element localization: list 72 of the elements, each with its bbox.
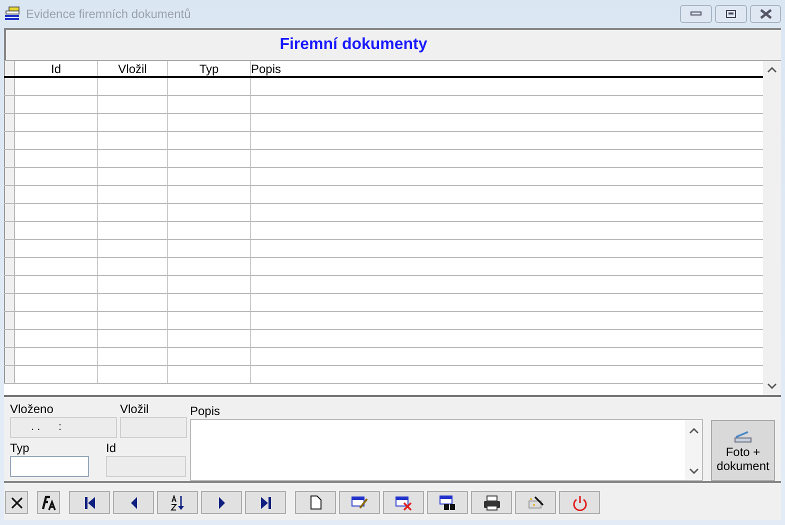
- field-label: Typ: [10, 441, 30, 456]
- previous-record-button[interactable]: [113, 491, 154, 514]
- maximize-button[interactable]: [715, 5, 747, 23]
- row-selector[interactable]: [4, 312, 15, 329]
- last-record-button[interactable]: [245, 491, 286, 514]
- power-icon: [572, 494, 588, 510]
- row-selector[interactable]: [4, 258, 15, 275]
- row-selector[interactable]: [4, 330, 15, 347]
- field-label: Popis: [190, 404, 222, 419]
- table-cross-icon: [394, 494, 412, 510]
- date-field[interactable]: . . :: [10, 417, 117, 438]
- print-setup-button[interactable]: [515, 491, 556, 514]
- input-field[interactable]: [106, 456, 186, 477]
- scroll-up-icon[interactable]: [767, 67, 777, 73]
- photo-document-button[interactable]: Foto + dokument: [711, 420, 775, 481]
- triangle-left-icon: [130, 496, 138, 510]
- close-button[interactable]: [750, 5, 781, 23]
- row-selector[interactable]: [4, 186, 15, 203]
- input-field[interactable]: [120, 417, 187, 438]
- next-record-button[interactable]: [201, 491, 242, 514]
- window-title: Evidence firemních dokumentů: [26, 7, 192, 21]
- row-selector[interactable]: [4, 150, 15, 167]
- row-selector[interactable]: [4, 366, 15, 383]
- row-selector[interactable]: [4, 240, 15, 257]
- column-header[interactable]: Id: [50, 62, 61, 76]
- row-selector[interactable]: [4, 168, 15, 185]
- vertical-scrollbar[interactable]: [763, 61, 781, 395]
- row-selector[interactable]: [4, 276, 15, 293]
- header-title: Firemní dokumenty: [280, 36, 428, 54]
- skip-start-icon: [84, 496, 96, 510]
- table-pencil-icon: [350, 494, 368, 510]
- triangle-right-icon: [218, 496, 226, 510]
- find-record-button[interactable]: [427, 491, 468, 514]
- scroll-down-icon[interactable]: [767, 383, 777, 389]
- skip-end-icon: [260, 496, 272, 510]
- exit-button[interactable]: [559, 491, 600, 514]
- maximize-icon: [725, 9, 737, 19]
- scroll-down-icon[interactable]: [688, 468, 698, 474]
- row-selector[interactable]: [4, 294, 15, 311]
- minimize-button[interactable]: [680, 5, 712, 23]
- field-label: Vloženo: [10, 402, 54, 417]
- document-stack-icon: [4, 6, 22, 22]
- blank-page-icon: [310, 495, 322, 510]
- close-icon: [10, 496, 24, 510]
- row-selector[interactable]: [4, 348, 15, 365]
- column-header[interactable]: Popis: [251, 62, 282, 76]
- font-button[interactable]: [37, 491, 60, 514]
- column-header[interactable]: Typ: [199, 62, 219, 76]
- scanner-icon: [734, 428, 752, 442]
- minimize-icon: [690, 11, 702, 17]
- field-label: Id: [106, 441, 118, 456]
- row-selector[interactable]: [4, 114, 15, 131]
- font-icon: [40, 494, 58, 510]
- delete-record-button[interactable]: [383, 491, 424, 514]
- scroll-up-icon[interactable]: [688, 428, 698, 434]
- column-header[interactable]: Vložil: [118, 62, 147, 76]
- sort-az-icon: [170, 494, 186, 510]
- row-selector[interactable]: [4, 132, 15, 149]
- new-record-button[interactable]: [295, 491, 336, 514]
- row-selector[interactable]: [4, 96, 15, 113]
- sort-button[interactable]: [157, 491, 198, 514]
- print-button[interactable]: [471, 491, 512, 514]
- row-selector[interactable]: [4, 204, 15, 221]
- row-selector[interactable]: [4, 222, 15, 239]
- field-label: Vložil: [120, 402, 150, 417]
- input-field[interactable]: [10, 456, 89, 477]
- edit-record-button[interactable]: [339, 491, 380, 514]
- cancel-button[interactable]: [5, 491, 28, 514]
- row-selector[interactable]: [4, 78, 15, 95]
- first-record-button[interactable]: [69, 491, 110, 514]
- close-icon: [758, 9, 772, 19]
- printer-icon: [482, 494, 500, 510]
